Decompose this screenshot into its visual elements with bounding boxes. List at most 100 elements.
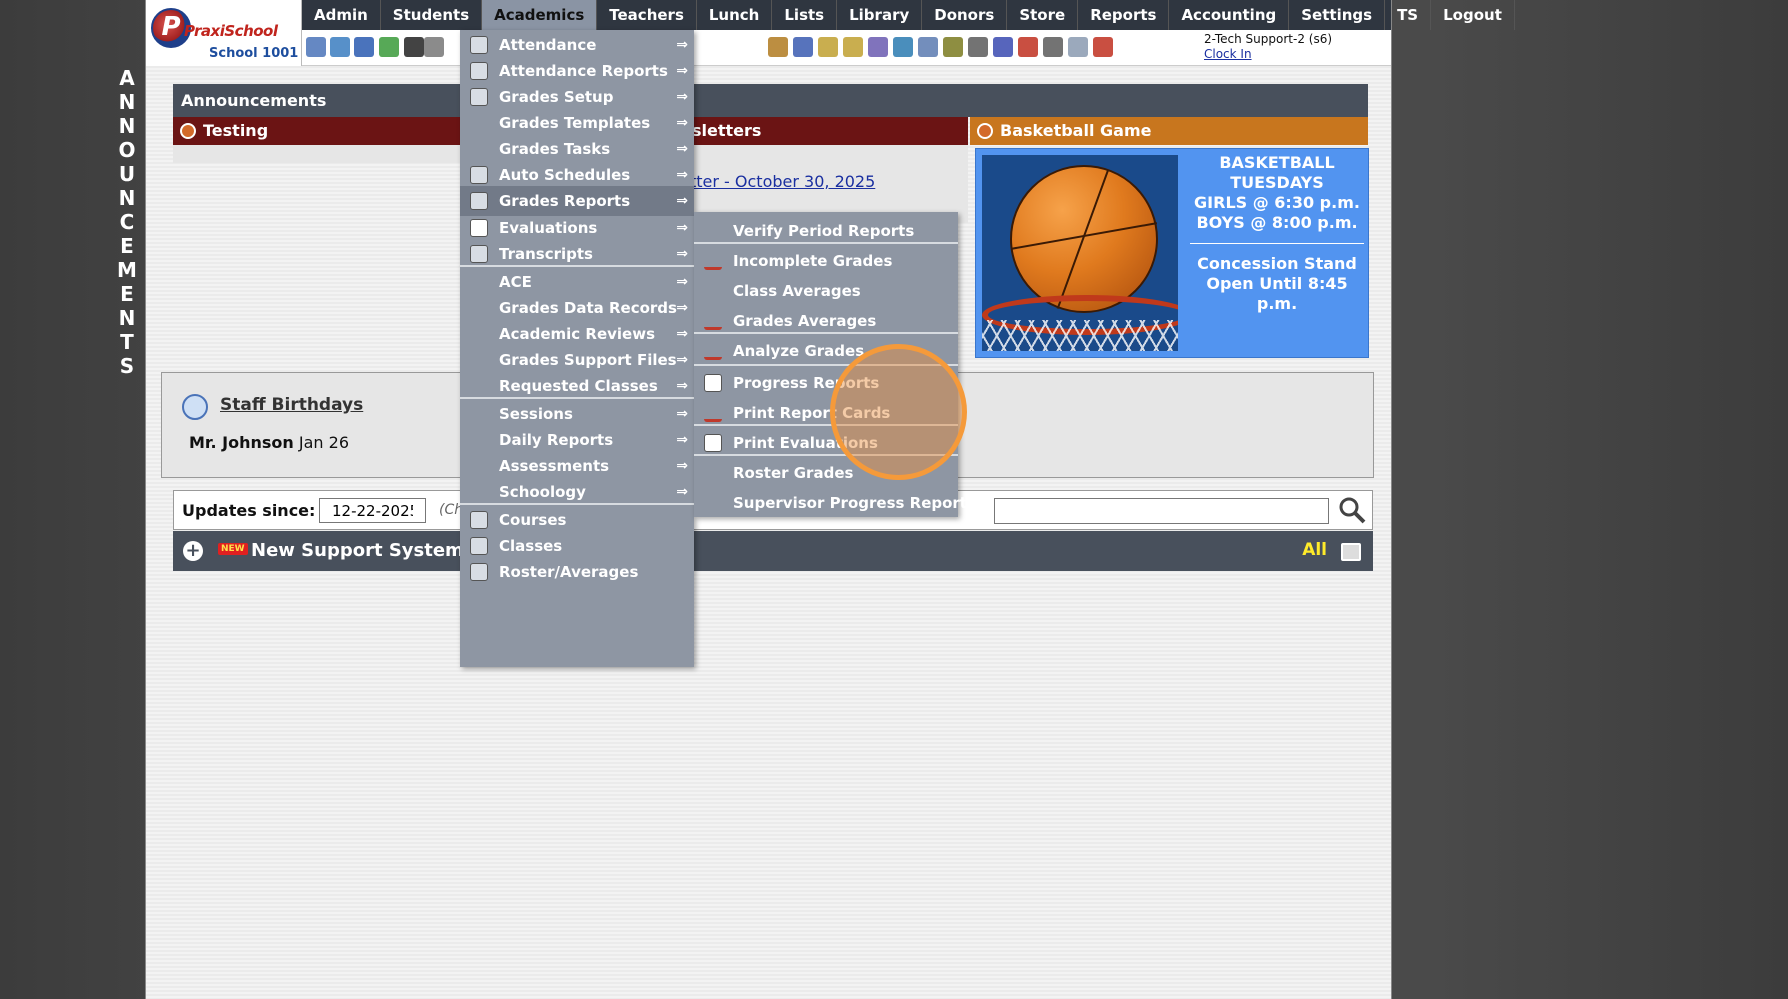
folder-icon[interactable] (843, 37, 863, 57)
menu-item-label: Classes (499, 537, 563, 555)
book-icon[interactable] (793, 37, 813, 57)
menu-item-transcripts[interactable]: Transcripts ⇒ (460, 239, 694, 269)
submenu-item-print-report-cards[interactable]: Print Report Cards (694, 398, 958, 428)
calendar-icon[interactable] (330, 37, 350, 57)
announcement-icon (180, 123, 196, 139)
announcement-icon (977, 123, 993, 139)
search-input[interactable] (994, 498, 1329, 524)
submenu-item-progress-reports[interactable]: Progress Reports (694, 368, 958, 398)
testing-title: Testing (203, 121, 269, 140)
nav-ts[interactable]: TS (1385, 0, 1432, 30)
menu-item-grades-reports[interactable]: Grades Reports ⇒ (460, 186, 694, 216)
submenu-item-incomplete-grades[interactable]: Incomplete Grades (694, 246, 958, 276)
birthday-entry: Mr. Johnson Jan 26 (189, 433, 349, 452)
basketball-title: Basketball Game (1000, 121, 1152, 140)
power-icon[interactable] (1093, 37, 1113, 57)
clock-in-link[interactable]: Clock In (1204, 47, 1332, 62)
ticket-icon[interactable] (943, 37, 963, 57)
clock-icon[interactable] (893, 37, 913, 57)
basketball-panel-header: Basketball Game (970, 117, 1368, 145)
nav-donors[interactable]: Donors (922, 0, 1008, 30)
expand-plus-icon[interactable]: + (183, 541, 203, 561)
printer-icon (470, 192, 488, 210)
all-link[interactable]: All (1302, 540, 1327, 560)
submenu-item-verify-period-reports[interactable]: Verify Period Reports (694, 216, 958, 246)
newsletter-link[interactable]: tter - October 30, 2025 (690, 172, 875, 191)
broom-icon[interactable] (818, 37, 838, 57)
phone-icon[interactable] (404, 37, 424, 57)
help-icon[interactable] (1068, 37, 1088, 57)
megaphone-icon[interactable] (424, 37, 444, 57)
side-letter: O (118, 138, 136, 162)
nav-settings[interactable]: Settings (1289, 0, 1386, 30)
side-letter: E (120, 234, 134, 258)
burger-icon[interactable] (768, 37, 788, 57)
submenu-arrow-icon: ⇒ (676, 246, 688, 262)
user-name: 2-Tech Support-2 (s6) (1204, 32, 1333, 46)
side-letter: N (118, 186, 136, 210)
checkbox-icon (470, 219, 488, 237)
divider (1190, 243, 1364, 244)
menu-item-label: Sessions (499, 405, 573, 423)
concession-line: Open Until 8:45 p.m. (1206, 274, 1348, 313)
printer-icon[interactable] (968, 37, 988, 57)
basketball-line: BASKETBALL (1219, 153, 1335, 172)
submenu-item-print-evaluations[interactable]: Print Evaluations (694, 428, 958, 458)
submenu-item-class-averages[interactable]: Class Averages (694, 276, 958, 306)
book-icon (470, 511, 488, 529)
nav-academics[interactable]: Academics (482, 0, 598, 30)
side-letter: E (120, 282, 134, 306)
nav-lunch[interactable]: Lunch (697, 0, 773, 30)
nav-accounting[interactable]: Accounting (1169, 0, 1290, 30)
menu-item-label: Grades Setup (499, 88, 614, 106)
menu-item-schoology[interactable]: Schoology ⇒ (460, 477, 694, 507)
submenu-arrow-icon: ⇒ (676, 484, 688, 500)
staff-birthdays-title[interactable]: Staff Birthdays (220, 395, 363, 415)
cash-icon[interactable] (1043, 37, 1063, 57)
menu-item-label: Daily Reports (499, 431, 614, 449)
submenu-item-label: Progress Reports (733, 374, 880, 392)
gear-icon (470, 88, 488, 106)
nav-library[interactable]: Library (837, 0, 923, 30)
submenu-item-roster-grades[interactable]: Roster Grades (694, 458, 958, 488)
submenu-item-grades-averages[interactable]: Grades Averages (694, 306, 958, 336)
menu-item-roster-averages[interactable]: Roster/Averages (460, 557, 694, 587)
submenu-item-label: Analyze Grades (733, 342, 865, 360)
list-icon[interactable] (918, 37, 938, 57)
nav-logout[interactable]: Logout (1431, 0, 1515, 30)
submenu-item-label: Print Evaluations (733, 434, 878, 452)
testing-panel-header: Testing (173, 117, 463, 145)
hoop-net (982, 320, 1178, 351)
birthday-date: Jan 26 (298, 433, 350, 452)
side-letter: M (117, 258, 137, 282)
search-icon[interactable] (1337, 495, 1367, 525)
side-letter: U (118, 162, 136, 186)
menu-item-label: Assessments (499, 457, 610, 475)
pdf-icon[interactable] (1018, 37, 1038, 57)
announcements-header: Announcements (173, 84, 1368, 117)
a-plus-icon (704, 312, 722, 330)
menu-item-label: ACE (499, 273, 532, 291)
logo[interactable]: P PraxiSchool School 1001 (146, 0, 302, 66)
nav-store[interactable]: Store (1007, 0, 1079, 30)
ic-icon (704, 252, 722, 270)
people-icon[interactable] (868, 37, 888, 57)
submenu-item-analyze-grades[interactable]: Analyze Grades (694, 336, 958, 366)
submenu-item-label: Class Averages (733, 282, 861, 300)
updates-since-date-input[interactable] (319, 498, 426, 523)
nav-lists[interactable]: Lists (772, 0, 838, 30)
search-icon[interactable] (306, 37, 326, 57)
news-row-title[interactable]: New Support System W (251, 540, 490, 561)
chat-icon[interactable] (379, 37, 399, 57)
nav-students[interactable]: Students (381, 0, 483, 30)
nav-teachers[interactable]: Teachers (597, 0, 697, 30)
submenu-item-supervisor-progress-reports[interactable]: Supervisor Progress Reports (694, 488, 976, 518)
submenu-arrow-icon: ⇒ (676, 193, 688, 209)
ap-icon[interactable] (993, 37, 1013, 57)
top-nav: Admin Students Academics Teachers Lunch … (302, 0, 1515, 30)
nav-reports[interactable]: Reports (1078, 0, 1170, 30)
email-icon[interactable] (354, 37, 374, 57)
nav-admin[interactable]: Admin (302, 0, 381, 30)
printer-icon[interactable] (1341, 543, 1361, 561)
menu-item-requested-classes[interactable]: Requested Classes ⇒ (460, 371, 694, 401)
